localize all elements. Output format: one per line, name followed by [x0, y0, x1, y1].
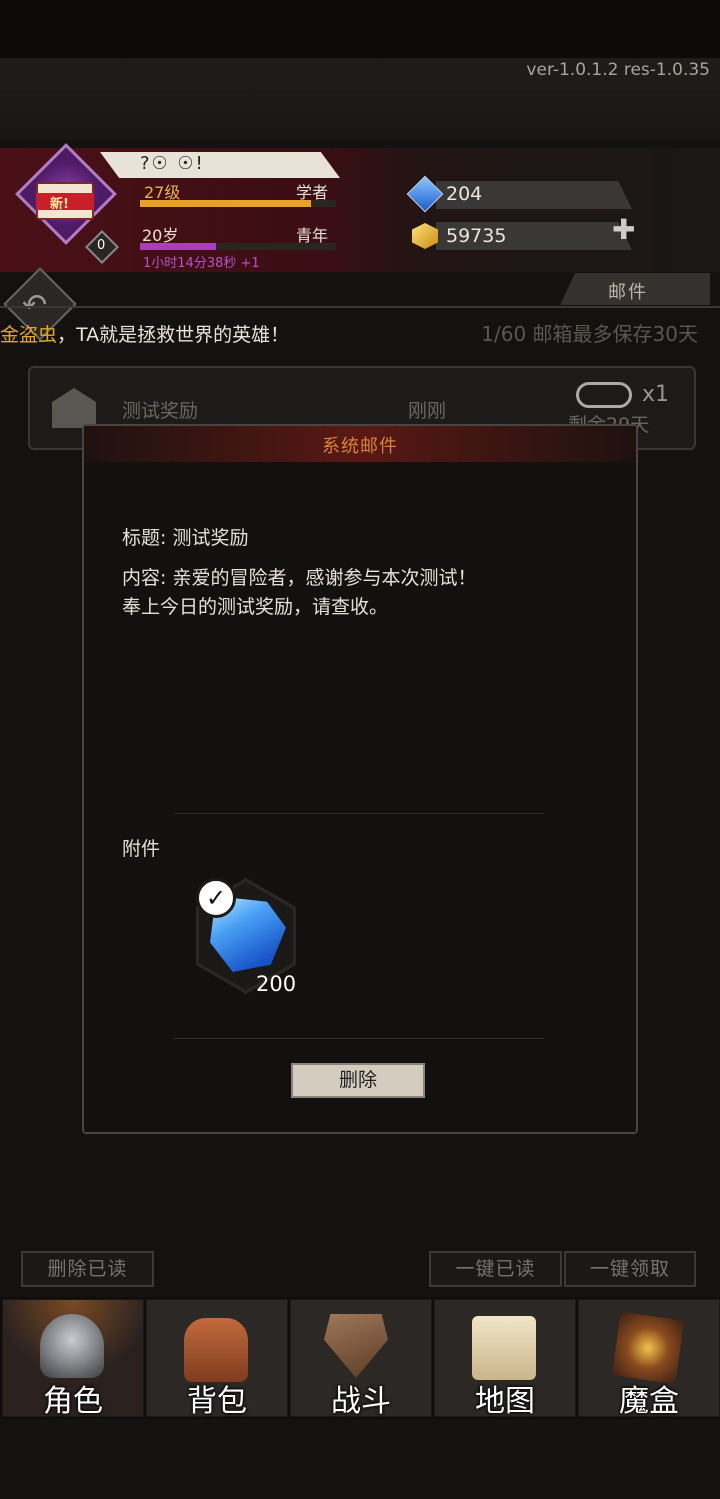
backpack-icon: [184, 1318, 248, 1382]
paperclip-icon: [576, 382, 632, 408]
ticker-highlight: 金盗虫: [0, 324, 58, 346]
attachments-label: 附件: [122, 838, 161, 860]
mail-content-line-2: 奉上今日的测试奖励，请查收。: [122, 596, 389, 618]
divider: [174, 813, 544, 814]
ticker-text: ，TA就是拯救世界的英雄！: [57, 324, 290, 346]
nav-backpack-label: 背包: [187, 1384, 247, 1419]
news-ticker: 金盗虫，TA就是拯救世界的英雄！: [0, 320, 289, 347]
mail-time: 刚刚: [408, 400, 447, 422]
nav-battle-label: 战斗: [331, 1384, 391, 1419]
attachment-quantity: 200: [256, 972, 297, 996]
mail-content-line-1: 内容: 亲爱的冒险者，感谢参与本次测试！: [122, 567, 477, 589]
nav-magic-box-label: 魔盒: [619, 1384, 679, 1419]
dialog-title: 系统邮件: [322, 436, 398, 457]
tab-mail-label: 邮件: [608, 282, 648, 303]
player-name: ?☉ ☉!: [140, 153, 205, 174]
delete-read-button[interactable]: 删除已读: [21, 1251, 154, 1287]
new-badge: 新!: [50, 197, 69, 212]
version-label: ver-1.0.1.2 res-1.0.35: [526, 60, 710, 80]
delete-button[interactable]: 删除: [291, 1063, 425, 1098]
magic-box-icon: [611, 1311, 685, 1385]
mailbox-status: 1/60 邮箱最多保存30天: [481, 322, 698, 346]
gold-count: 59735: [446, 225, 507, 247]
checkmark-icon: ✓: [196, 878, 236, 918]
nav-character-label: 角色: [43, 1384, 103, 1419]
scroll-map-icon: [472, 1316, 536, 1380]
mail-attachment-count: x1: [642, 382, 670, 407]
avatar-level-text: 0: [97, 238, 106, 253]
mark-all-read-button[interactable]: 一键已读: [429, 1251, 562, 1287]
mail-subject-line: 标题: 测试奖励: [122, 527, 249, 549]
status-bar: [0, 0, 720, 58]
divider: [0, 306, 720, 308]
helmet-icon: [40, 1314, 104, 1378]
divider: [174, 1038, 544, 1039]
claim-all-button[interactable]: 一键领取: [564, 1251, 696, 1287]
level-progress-fill: [140, 200, 311, 207]
mail-subject: 测试奖励: [122, 400, 199, 422]
nav-map-label: 地图: [475, 1384, 535, 1419]
diamond-count: 204: [446, 183, 483, 205]
name-plate: [100, 152, 340, 178]
age-progress-fill: [140, 243, 217, 250]
age-timer: 1小时14分38秒 +1: [143, 256, 260, 271]
plus-icon[interactable]: ✚: [612, 216, 642, 246]
